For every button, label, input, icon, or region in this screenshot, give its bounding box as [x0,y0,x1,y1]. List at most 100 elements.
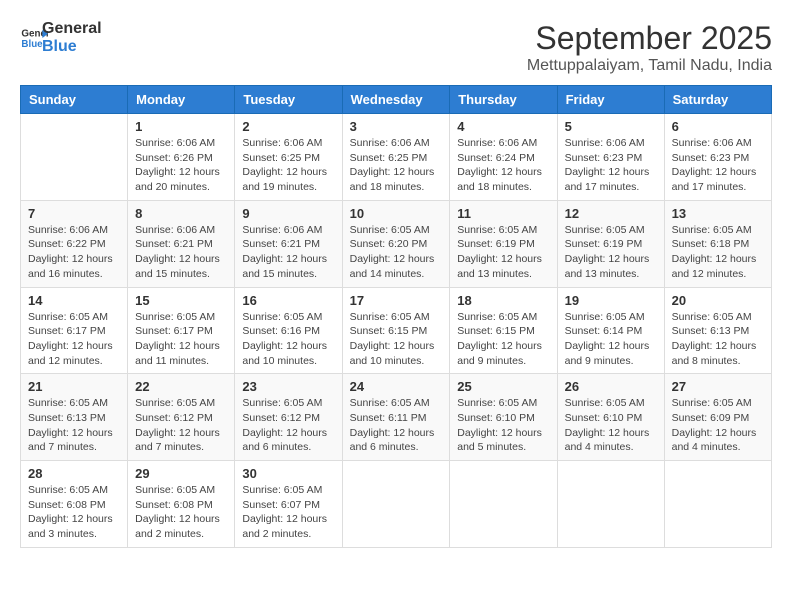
day-info: Sunrise: 6:06 AM Sunset: 6:21 PM Dayligh… [135,223,227,282]
calendar-cell: 2 Sunrise: 6:06 AM Sunset: 6:25 PM Daylig… [235,114,342,201]
calendar-cell: 13Sunrise: 6:05 AM Sunset: 6:18 PM Dayli… [664,200,771,287]
day-number: 4 [457,119,549,134]
day-number: 22 [135,379,227,394]
day-info: Sunrise: 6:05 AM Sunset: 6:12 PM Dayligh… [242,396,334,455]
day-info: Sunrise: 6:05 AM Sunset: 6:08 PM Dayligh… [28,483,120,542]
day-number: 25 [457,379,549,394]
location-subtitle: Mettuppalaiyam, Tamil Nadu, India [527,57,772,75]
day-number: 12 [565,206,657,221]
header-sunday: Sunday [21,86,128,114]
calendar-cell: 30 Sunrise: 6:05 AM Sunset: 6:07 PM Dayli… [235,461,342,548]
calendar-cell: 23 Sunrise: 6:05 AM Sunset: 6:12 PM Dayli… [235,374,342,461]
header-friday: Friday [557,86,664,114]
day-number: 21 [28,379,120,394]
calendar-cell: 17Sunrise: 6:05 AM Sunset: 6:15 PM Dayli… [342,287,450,374]
day-number: 5 [565,119,657,134]
logo: General Blue General Blue [20,20,102,55]
day-info: Sunrise: 6:05 AM Sunset: 6:12 PM Dayligh… [135,396,227,455]
day-info: Sunrise: 6:05 AM Sunset: 6:19 PM Dayligh… [457,223,549,282]
day-number: 28 [28,466,120,481]
calendar-cell: 15 Sunrise: 6:05 AM Sunset: 6:17 PM Dayli… [128,287,235,374]
day-info: Sunrise: 6:05 AM Sunset: 6:19 PM Dayligh… [565,223,657,282]
calendar-cell: 26Sunrise: 6:05 AM Sunset: 6:10 PM Dayli… [557,374,664,461]
day-info: Sunrise: 6:05 AM Sunset: 6:15 PM Dayligh… [457,310,549,369]
day-number: 29 [135,466,227,481]
day-info: Sunrise: 6:05 AM Sunset: 6:13 PM Dayligh… [672,310,764,369]
day-number: 27 [672,379,764,394]
calendar-cell: 8 Sunrise: 6:06 AM Sunset: 6:21 PM Daylig… [128,200,235,287]
day-info: Sunrise: 6:06 AM Sunset: 6:24 PM Dayligh… [457,136,549,195]
calendar-cell: 5 Sunrise: 6:06 AM Sunset: 6:23 PM Daylig… [557,114,664,201]
header-thursday: Thursday [450,86,557,114]
calendar-cell: 19Sunrise: 6:05 AM Sunset: 6:14 PM Dayli… [557,287,664,374]
calendar-cell: 24 Sunrise: 6:05 AM Sunset: 6:11 PM Dayli… [342,374,450,461]
day-number: 2 [242,119,334,134]
day-info: Sunrise: 6:05 AM Sunset: 6:17 PM Dayligh… [28,310,120,369]
calendar-cell: 11 Sunrise: 6:05 AM Sunset: 6:19 PM Dayli… [450,200,557,287]
header-saturday: Saturday [664,86,771,114]
calendar-cell: 1 Sunrise: 6:06 AM Sunset: 6:26 PM Daylig… [128,114,235,201]
day-number: 11 [457,206,549,221]
calendar-cell [21,114,128,201]
calendar-cell: 27 Sunrise: 6:05 AM Sunset: 6:09 PM Dayli… [664,374,771,461]
day-info: Sunrise: 6:05 AM Sunset: 6:09 PM Dayligh… [672,396,764,455]
calendar-cell: 25 Sunrise: 6:05 AM Sunset: 6:10 PM Dayli… [450,374,557,461]
calendar-week-4: 21Sunrise: 6:05 AM Sunset: 6:13 PM Dayli… [21,374,772,461]
day-number: 10 [350,206,443,221]
day-info: Sunrise: 6:06 AM Sunset: 6:23 PM Dayligh… [565,136,657,195]
day-info: Sunrise: 6:06 AM Sunset: 6:25 PM Dayligh… [242,136,334,195]
calendar-cell: 3 Sunrise: 6:06 AM Sunset: 6:25 PM Daylig… [342,114,450,201]
day-info: Sunrise: 6:05 AM Sunset: 6:17 PM Dayligh… [135,310,227,369]
day-info: Sunrise: 6:05 AM Sunset: 6:07 PM Dayligh… [242,483,334,542]
day-info: Sunrise: 6:06 AM Sunset: 6:25 PM Dayligh… [350,136,443,195]
day-info: Sunrise: 6:05 AM Sunset: 6:08 PM Dayligh… [135,483,227,542]
page-header: General Blue General Blue September 2025… [20,20,772,75]
day-number: 7 [28,206,120,221]
calendar-week-5: 28 Sunrise: 6:05 AM Sunset: 6:08 PM Dayli… [21,461,772,548]
day-info: Sunrise: 6:05 AM Sunset: 6:11 PM Dayligh… [350,396,443,455]
calendar-cell: 9Sunrise: 6:06 AM Sunset: 6:21 PM Daylig… [235,200,342,287]
title-section: September 2025 Mettuppalaiyam, Tamil Nad… [527,20,772,75]
calendar-cell: 10Sunrise: 6:05 AM Sunset: 6:20 PM Dayli… [342,200,450,287]
calendar-cell [664,461,771,548]
day-number: 6 [672,119,764,134]
calendar-cell [450,461,557,548]
calendar-cell: 14 Sunrise: 6:05 AM Sunset: 6:17 PM Dayli… [21,287,128,374]
day-number: 3 [350,119,443,134]
day-number: 30 [242,466,334,481]
day-number: 15 [135,293,227,308]
header-monday: Monday [128,86,235,114]
day-number: 13 [672,206,764,221]
day-info: Sunrise: 6:06 AM Sunset: 6:22 PM Dayligh… [28,223,120,282]
day-number: 8 [135,206,227,221]
day-number: 9 [242,206,334,221]
calendar-cell: 4 Sunrise: 6:06 AM Sunset: 6:24 PM Daylig… [450,114,557,201]
calendar-cell: 12 Sunrise: 6:05 AM Sunset: 6:19 PM Dayli… [557,200,664,287]
day-number: 24 [350,379,443,394]
day-info: Sunrise: 6:05 AM Sunset: 6:15 PM Dayligh… [350,310,443,369]
day-number: 16 [242,293,334,308]
calendar-week-1: 1 Sunrise: 6:06 AM Sunset: 6:26 PM Daylig… [21,114,772,201]
day-number: 23 [242,379,334,394]
calendar-cell: 21Sunrise: 6:05 AM Sunset: 6:13 PM Dayli… [21,374,128,461]
calendar-week-2: 7 Sunrise: 6:06 AM Sunset: 6:22 PM Daylig… [21,200,772,287]
day-number: 1 [135,119,227,134]
calendar-cell [557,461,664,548]
logo-line2: Blue [42,38,102,56]
calendar-week-3: 14 Sunrise: 6:05 AM Sunset: 6:17 PM Dayli… [21,287,772,374]
day-info: Sunrise: 6:05 AM Sunset: 6:10 PM Dayligh… [457,396,549,455]
svg-text:Blue: Blue [21,39,43,50]
header-wednesday: Wednesday [342,86,450,114]
calendar-cell: 28 Sunrise: 6:05 AM Sunset: 6:08 PM Dayli… [21,461,128,548]
day-number: 14 [28,293,120,308]
calendar-cell: 16 Sunrise: 6:05 AM Sunset: 6:16 PM Dayli… [235,287,342,374]
calendar-cell: 29 Sunrise: 6:05 AM Sunset: 6:08 PM Dayli… [128,461,235,548]
calendar-table: Sunday Monday Tuesday Wednesday Thursday… [20,85,772,548]
day-number: 20 [672,293,764,308]
day-info: Sunrise: 6:05 AM Sunset: 6:16 PM Dayligh… [242,310,334,369]
day-info: Sunrise: 6:05 AM Sunset: 6:10 PM Dayligh… [565,396,657,455]
calendar-cell: 6Sunrise: 6:06 AM Sunset: 6:23 PM Daylig… [664,114,771,201]
month-title: September 2025 [527,20,772,57]
calendar-cell: 18Sunrise: 6:05 AM Sunset: 6:15 PM Dayli… [450,287,557,374]
day-info: Sunrise: 6:06 AM Sunset: 6:26 PM Dayligh… [135,136,227,195]
